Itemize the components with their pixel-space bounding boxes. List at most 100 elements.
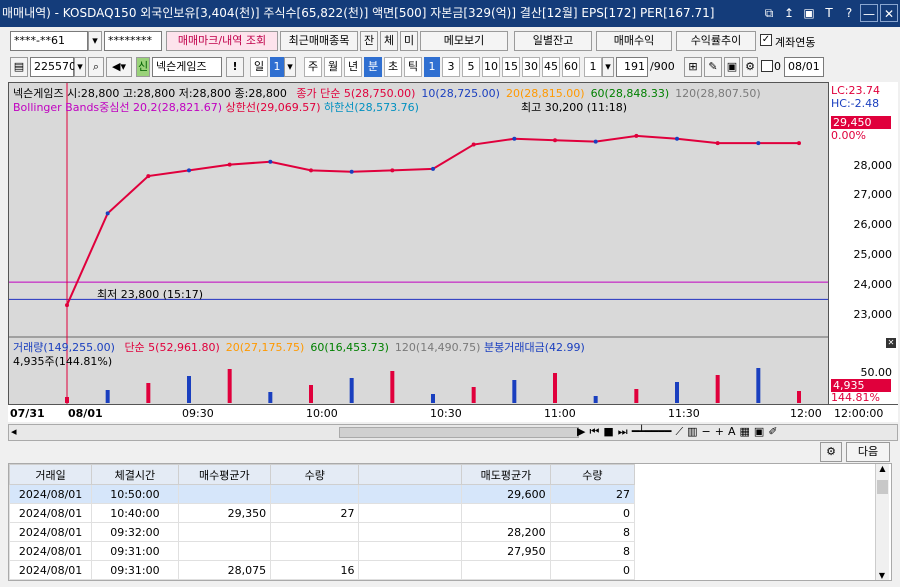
indicator-icon[interactable]: ⊞: [684, 57, 702, 77]
trade-profit-button[interactable]: 매매수익: [596, 31, 672, 51]
zoom-slider[interactable]: ━┷━━━━: [632, 425, 672, 439]
column-header[interactable]: [358, 464, 463, 485]
period-year[interactable]: 년: [344, 57, 362, 77]
scroll-down-icon[interactable]: ▼: [876, 571, 888, 580]
trade-mark-query-button[interactable]: 매매마크/내역 조회: [166, 31, 278, 51]
font-icon[interactable]: T: [820, 4, 838, 22]
stock-code-input[interactable]: 225570: [30, 57, 76, 77]
pin-icon[interactable]: ↥: [780, 4, 798, 22]
interval-1[interactable]: 1: [424, 57, 440, 77]
account-dropdown-icon[interactable]: ▾: [88, 31, 102, 51]
interval-15[interactable]: 15: [502, 57, 520, 77]
volume-bar: [715, 375, 720, 403]
scroll-left-icon[interactable]: ◂: [11, 425, 17, 438]
price-point: [471, 142, 476, 147]
code-dropdown-icon[interactable]: ▾: [74, 57, 86, 77]
stop-icon[interactable]: ■: [603, 425, 613, 439]
return-trend-button[interactable]: 수익률추이: [676, 31, 756, 51]
rewind-icon[interactable]: ⏮: [589, 425, 599, 439]
column-header[interactable]: 매수평균가: [177, 464, 272, 485]
period-week[interactable]: 주: [304, 57, 322, 77]
column-header[interactable]: 수량: [270, 464, 360, 485]
unfilled-button[interactable]: 미: [400, 31, 418, 51]
filled-button[interactable]: 체: [380, 31, 398, 51]
period-select[interactable]: 일: [250, 57, 268, 77]
interval-10[interactable]: 10: [482, 57, 500, 77]
account-link-checkbox[interactable]: ✓: [760, 34, 772, 46]
table-row[interactable]: 2024/08/01 09:31:00 28,075 16 0: [8, 560, 636, 580]
table-row[interactable]: 2024/08/01 10:50:00 29,600 27: [8, 484, 636, 504]
grid-icon[interactable]: ▦: [740, 425, 750, 439]
column-header[interactable]: 매도평균가: [461, 464, 551, 485]
memo-button[interactable]: 메모보기: [420, 31, 508, 51]
price-point: [390, 168, 395, 173]
daily-balance-button[interactable]: 일별잔고: [514, 31, 592, 51]
table-row[interactable]: 2024/08/01 09:32:00 28,200 8: [8, 522, 636, 542]
drawing-icon[interactable]: ✎: [704, 57, 722, 77]
interval-3[interactable]: 3: [442, 57, 460, 77]
interval-30[interactable]: 30: [522, 57, 540, 77]
account-link-label: 계좌연동: [775, 36, 816, 49]
price-chart[interactable]: 넥슨게임즈 시:28,800 고:28,800 저:28,800 종:28,80…: [8, 82, 898, 422]
sound-icon[interactable]: ◀▾: [106, 57, 132, 77]
scroll-up-icon[interactable]: ▲: [876, 464, 889, 478]
dock-icon[interactable]: ⧉: [760, 4, 778, 22]
zero-checkbox[interactable]: [761, 60, 773, 72]
table-cell: [270, 541, 360, 561]
column-header[interactable]: 수량: [549, 464, 636, 485]
zoom-out-icon[interactable]: −: [702, 425, 711, 439]
table-row[interactable]: 2024/08/01 10:40:00 29,350 27 0: [8, 503, 636, 523]
price-point: [512, 136, 517, 141]
scroll-thumb[interactable]: [339, 427, 579, 438]
table-cell: 09:32:00: [91, 522, 179, 542]
window-layout-icon[interactable]: ▣: [800, 4, 818, 22]
period-minute[interactable]: 분: [364, 57, 382, 77]
period-month[interactable]: 월: [324, 57, 342, 77]
table-scrollbar[interactable]: ▲ ▼: [875, 464, 889, 580]
volume-bar: [756, 368, 761, 403]
table-row[interactable]: 2024/08/01 09:31:00 27,950 8: [8, 541, 636, 561]
code-list-icon[interactable]: ▤: [10, 57, 28, 77]
balance-button[interactable]: 잔: [360, 31, 378, 51]
settings-icon[interactable]: ⚙: [742, 57, 758, 77]
count-dropdown-icon[interactable]: ▾: [602, 57, 614, 77]
column-header[interactable]: 체결시간: [91, 464, 179, 485]
play-icon[interactable]: ▶: [577, 425, 585, 439]
period-second[interactable]: 초: [384, 57, 402, 77]
text-tool-icon[interactable]: A: [728, 425, 736, 439]
period-tick[interactable]: 틱: [404, 57, 422, 77]
vol-tick: 50.00: [860, 366, 893, 379]
date-input[interactable]: 08/01: [784, 57, 824, 77]
volume-pct-label: 144.81%: [831, 391, 880, 404]
alert-button[interactable]: !: [226, 57, 244, 77]
column-header[interactable]: 거래일: [8, 464, 93, 485]
recent-trades-button[interactable]: 최근매매종목: [280, 31, 358, 51]
period-num-dropdown-icon[interactable]: ▾: [284, 57, 296, 77]
next-button[interactable]: 다음: [846, 442, 890, 462]
bar-tool-icon[interactable]: ▥: [687, 425, 697, 439]
count-input[interactable]: 191: [616, 57, 648, 77]
interval-5[interactable]: 5: [462, 57, 480, 77]
chart-scrollbar[interactable]: ◂ ▶ ⏮ ■ ⏭ ━┷━━━━ ⟋ ▥ − + A ▦ ▣ ✐: [8, 424, 898, 441]
volume-bar: [553, 373, 557, 403]
account-input[interactable]: ****-**61: [10, 31, 88, 51]
help-icon[interactable]: ?: [840, 4, 858, 22]
minimize-button[interactable]: —: [860, 4, 878, 22]
line-tool-icon[interactable]: ⟋: [675, 425, 683, 439]
interval-60[interactable]: 60: [562, 57, 580, 77]
grid-settings-icon[interactable]: ⚙: [820, 442, 842, 462]
table-cell: 27,950: [461, 541, 551, 561]
brush-icon[interactable]: ✐: [768, 425, 777, 439]
close-button[interactable]: ✕: [880, 4, 898, 22]
forward-icon[interactable]: ⏭: [618, 425, 628, 439]
password-input[interactable]: ********: [104, 31, 162, 51]
panel-close-icon[interactable]: ✕: [886, 338, 896, 348]
count-select[interactable]: 1: [584, 57, 602, 77]
save-icon[interactable]: ▣: [724, 57, 740, 77]
period-num-select[interactable]: 1: [270, 57, 284, 77]
interval-45[interactable]: 45: [542, 57, 560, 77]
zoom-in-icon[interactable]: +: [715, 425, 724, 439]
table-scroll-thumb[interactable]: [877, 480, 888, 494]
image-icon[interactable]: ▣: [754, 425, 764, 439]
search-icon[interactable]: ⌕: [88, 57, 104, 77]
